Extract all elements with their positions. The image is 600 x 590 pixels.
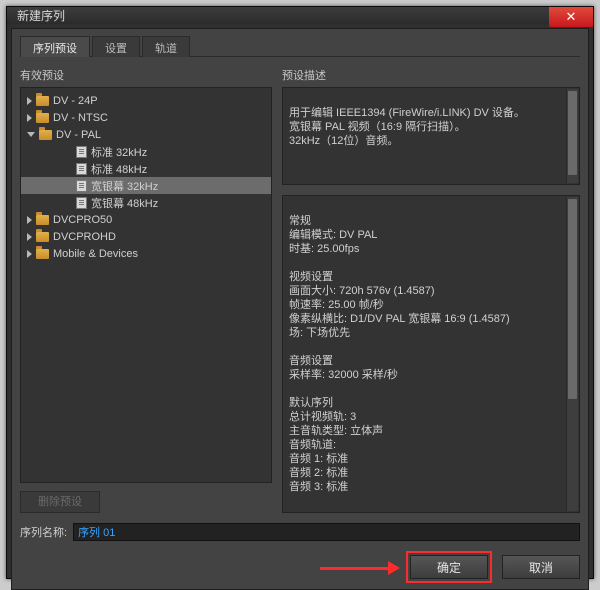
tree-folder[interactable]: DVCPRO50 (21, 211, 271, 228)
titlebar[interactable]: 新建序列 ✕ (7, 7, 593, 24)
preset-icon (76, 146, 87, 158)
dialog-body: 序列预设 设置 轨道 有效预设 DV - 24P DV - NTSC DV - PA… (11, 28, 589, 590)
preset-icon (76, 180, 87, 192)
tree-preset[interactable]: 宽银幕 32kHz (21, 177, 271, 194)
close-icon: ✕ (566, 9, 577, 25)
tab-bar: 序列预设 设置 轨道 (20, 35, 580, 57)
tree-folder[interactable]: DV - NTSC (21, 109, 271, 126)
tree-item-label: DV - NTSC (53, 112, 108, 124)
preset-spec-box[interactable]: 常规 编辑模式: DV PAL 时基: 25.00fps 视频设置 画面大小: … (282, 195, 580, 513)
preset-description-box[interactable]: 用于编辑 IEEE1394 (FireWire/i.LINK) DV 设备。 宽… (282, 87, 580, 185)
disclosure-triangle-icon[interactable] (27, 216, 32, 224)
folder-icon (36, 113, 49, 123)
tree-folder[interactable]: DV - 24P (21, 92, 271, 109)
tree-item-label: Mobile & Devices (53, 248, 138, 260)
preset-description-label: 预设描述 (282, 67, 580, 83)
tree-item-label: DVCPRO50 (53, 214, 112, 226)
preset-icon (76, 197, 87, 209)
tree-folder[interactable]: DV - PAL (21, 126, 271, 143)
folder-icon (36, 232, 49, 242)
tree-preset[interactable]: 标准 32kHz (21, 143, 271, 160)
folder-icon (36, 96, 49, 106)
disclosure-triangle-icon[interactable] (27, 97, 32, 105)
available-presets-label: 有效预设 (20, 67, 272, 83)
cancel-button[interactable]: 取消 (502, 555, 580, 579)
folder-icon (36, 215, 49, 225)
preset-icon (76, 163, 87, 175)
right-panel: 预设描述 用于编辑 IEEE1394 (FireWire/i.LINK) DV … (282, 67, 580, 513)
close-button[interactable]: ✕ (549, 7, 593, 27)
sequence-name-label: 序列名称: (20, 524, 67, 540)
tree-item-label: 宽银幕 48kHz (91, 195, 158, 211)
tree-item-label: DV - 24P (53, 95, 98, 107)
preset-tree[interactable]: DV - 24P DV - NTSC DV - PAL 标准 32kHz标准 48kH… (20, 87, 272, 483)
tree-item-label: 标准 32kHz (91, 144, 147, 160)
tree-folder[interactable]: Mobile & Devices (21, 245, 271, 262)
tab-tracks[interactable]: 轨道 (142, 36, 190, 57)
panels: 有效预设 DV - 24P DV - NTSC DV - PAL 标准 32kHz标准… (20, 67, 580, 513)
footer: 确定 取消 (20, 555, 580, 579)
tree-item-label: DV - PAL (56, 129, 101, 141)
tree-item-label: 标准 48kHz (91, 161, 147, 177)
ok-button[interactable]: 确定 (410, 555, 488, 579)
disclosure-triangle-icon[interactable] (27, 250, 32, 258)
preset-spec-text: 常规 编辑模式: DV PAL 时基: 25.00fps 视频设置 画面大小: … (289, 215, 510, 493)
scrollbar[interactable] (566, 197, 578, 511)
folder-icon (39, 130, 52, 140)
tree-item-label: 宽银幕 32kHz (91, 178, 158, 194)
left-panel: 有效预设 DV - 24P DV - NTSC DV - PAL 标准 32kHz标准… (20, 67, 272, 513)
tab-settings[interactable]: 设置 (92, 36, 140, 57)
new-sequence-dialog: 新建序列 ✕ 序列预设 设置 轨道 有效预设 DV - 24P DV - NTSC… (6, 6, 594, 579)
folder-icon (36, 249, 49, 259)
disclosure-triangle-icon[interactable] (27, 114, 32, 122)
window-title: 新建序列 (17, 7, 65, 24)
sequence-name-input[interactable] (73, 523, 580, 541)
tree-item-label: DVCPROHD (53, 231, 116, 243)
tab-sequence-presets[interactable]: 序列预设 (20, 36, 90, 57)
disclosure-triangle-icon[interactable] (27, 233, 32, 241)
annotation-arrow (320, 563, 400, 573)
scrollbar[interactable] (566, 89, 578, 183)
preset-description-text: 用于编辑 IEEE1394 (FireWire/i.LINK) DV 设备。 宽… (289, 107, 525, 147)
tree-folder[interactable]: DVCPROHD (21, 228, 271, 245)
delete-preset-button: 删除预设 (20, 491, 100, 513)
tree-preset[interactable]: 宽银幕 48kHz (21, 194, 271, 211)
disclosure-triangle-icon[interactable] (27, 132, 35, 137)
tree-preset[interactable]: 标准 48kHz (21, 160, 271, 177)
sequence-name-row: 序列名称: (20, 523, 580, 541)
